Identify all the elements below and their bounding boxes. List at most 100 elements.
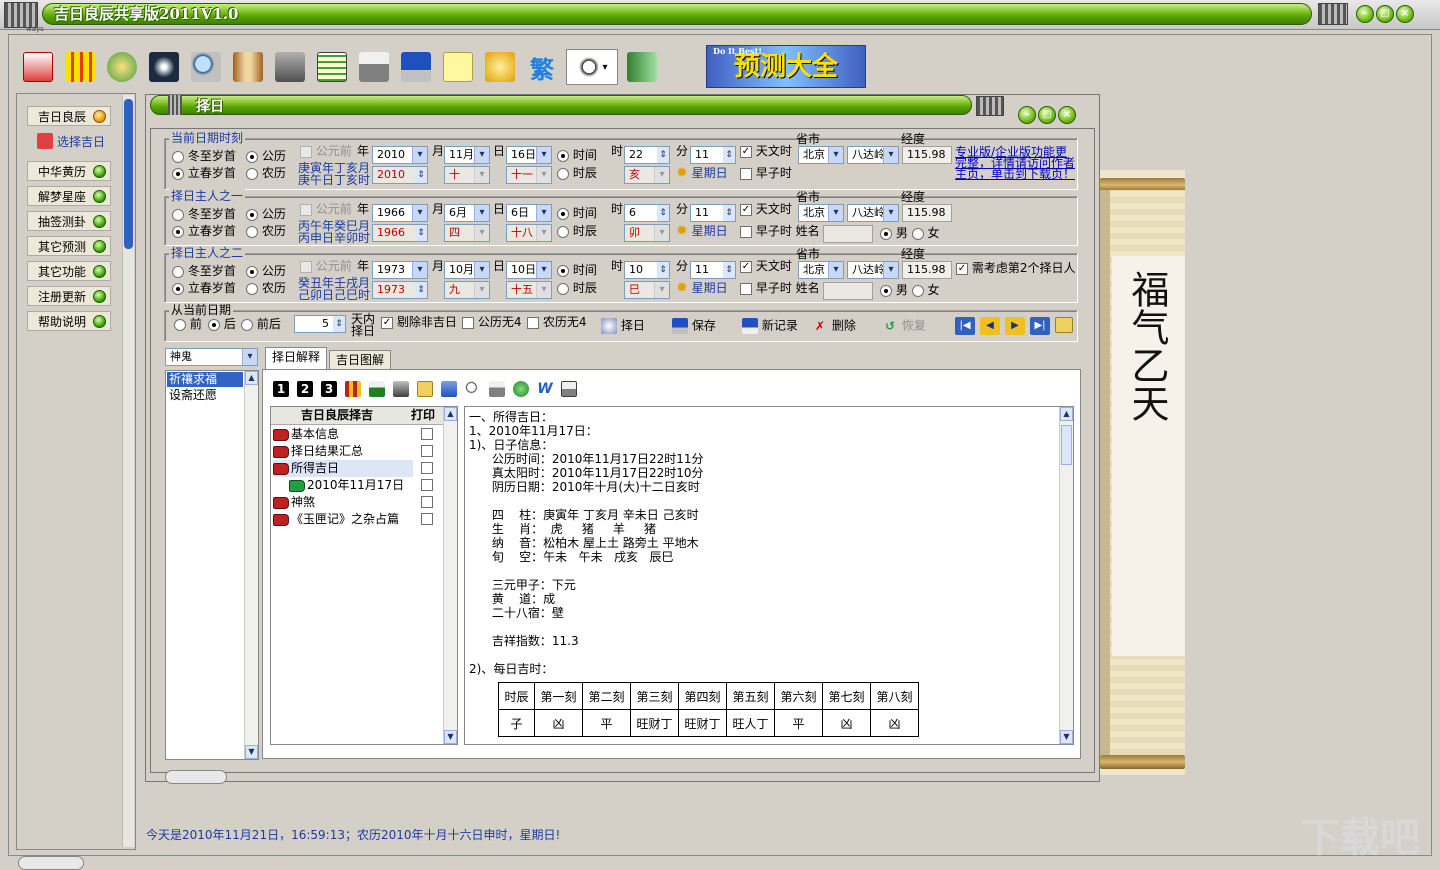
first-record-icon[interactable]: |◀ [955, 317, 975, 335]
province-select[interactable]: 北京 [798, 146, 844, 164]
sidebar-item-divination[interactable]: 抽签测卦 [27, 211, 111, 231]
select-date-icon[interactable] [20, 49, 56, 85]
category-scrollbar[interactable]: ▲ ▼ [244, 371, 258, 759]
nongli-option[interactable]: 农历 [246, 224, 286, 238]
lunar-day-select[interactable]: 十八 [506, 224, 552, 242]
print-check[interactable] [421, 428, 433, 440]
longitude-field[interactable]: 115.98 [902, 261, 952, 279]
day-select[interactable]: 10日 [506, 261, 552, 279]
sidebar-item-jirilianchen[interactable]: 吉日良辰 [27, 106, 111, 126]
gender-options[interactable]: 男 女 [880, 226, 940, 240]
gongli-option[interactable]: 公历 [246, 264, 286, 278]
zaozishi-check[interactable]: 早子时 姓名 [740, 224, 820, 238]
sidebar-item-other-func[interactable]: 其它功能 [27, 261, 111, 281]
exit-icon[interactable] [624, 49, 660, 85]
time-option[interactable]: 时间 [557, 148, 597, 162]
gongyuanqian-check[interactable]: 公元前 [300, 259, 352, 273]
restore-button[interactable]: ↺ 恢复 [882, 318, 926, 334]
maximize-icon[interactable]: □ [1376, 5, 1394, 23]
lunar-day-select[interactable]: 十一 [506, 166, 552, 184]
minute-spin[interactable]: 11 [690, 204, 736, 222]
tianwenshi-check[interactable]: ✓ 天文时 [740, 144, 792, 158]
search-icon[interactable] [188, 49, 224, 85]
fortune-icon[interactable] [146, 49, 182, 85]
promo-link-line3[interactable]: 主页，单击到下载页！ [955, 168, 1075, 180]
shichen-select[interactable]: 亥 [624, 166, 670, 184]
remove-bad-check[interactable]: ✓ 剔除非吉日 [381, 315, 457, 329]
sidebar-item-calendar[interactable]: 中华黄历 [27, 161, 111, 181]
printer-icon[interactable] [356, 49, 392, 85]
book-icon[interactable] [230, 49, 266, 85]
month-select[interactable]: 6月 [444, 204, 490, 222]
view-1-icon[interactable]: 1 [273, 381, 289, 397]
zaozishi-check[interactable]: 早子时 [740, 166, 792, 180]
time-option[interactable]: 时间 [557, 206, 597, 220]
gongli-option[interactable]: 公历 [246, 207, 286, 221]
province-select[interactable]: 北京 [798, 204, 844, 222]
longitude-field[interactable]: 115.98 [902, 204, 952, 222]
disk-icon[interactable] [441, 381, 457, 397]
hour-spin[interactable]: 6 [624, 204, 670, 222]
city-select[interactable]: 八达岭 [847, 204, 899, 222]
print-check[interactable] [421, 496, 433, 508]
lichun-option[interactable]: 立春岁首 [172, 166, 236, 180]
scrollbar-thumb[interactable] [124, 99, 133, 249]
both-option[interactable]: 前后 [241, 317, 281, 331]
next-record-icon[interactable]: ▶ [1005, 317, 1025, 335]
longitude-field[interactable]: 115.98 [902, 146, 952, 164]
province-select[interactable]: 北京 [798, 261, 844, 279]
delete-button[interactable]: ✗ 删除 [812, 318, 856, 334]
after-option[interactable]: 后 [208, 317, 236, 331]
tree-row-selected[interactable]: 所得吉日 [273, 460, 413, 477]
category-item-selected[interactable]: 祈禳求福 [167, 372, 243, 387]
month-select[interactable]: 10月 [444, 261, 490, 279]
gongli-option[interactable]: 公历 [246, 149, 286, 163]
name-field[interactable] [823, 282, 873, 300]
print-check[interactable] [421, 445, 433, 457]
close-icon[interactable]: × [1396, 5, 1414, 23]
view-3-icon[interactable]: 3 [321, 381, 337, 397]
time-option[interactable]: 时间 [557, 263, 597, 277]
day-select[interactable]: 6日 [506, 204, 552, 222]
minimize-icon[interactable]: – [1018, 106, 1036, 124]
find-icon[interactable] [465, 381, 481, 397]
gongyuanqian-check[interactable]: 公元前 [300, 144, 352, 158]
calendar-icon[interactable] [62, 49, 98, 85]
year-select[interactable]: 1966 [372, 204, 428, 222]
tree-row[interactable]: 《玉匣记》之杂占篇 [273, 511, 399, 528]
folder-icon[interactable] [417, 381, 433, 397]
prev-record-icon[interactable]: ◀ [980, 317, 1000, 335]
tree-row[interactable]: 神煞 [273, 494, 315, 511]
gongyuanqian-check[interactable]: 公元前 [300, 202, 352, 216]
lunar-year-spin[interactable]: 1973 [372, 281, 428, 299]
year-select[interactable]: 1973 [372, 261, 428, 279]
gongliwu4-check[interactable]: 公历无4 [462, 315, 521, 329]
category-select[interactable]: 神鬼 [165, 348, 258, 366]
monitor-icon[interactable] [561, 381, 577, 397]
hour-spin[interactable]: 22 [624, 146, 670, 164]
zaozishi-check[interactable]: 早子时 姓名 [740, 281, 820, 295]
city-select[interactable]: 八达岭 [847, 146, 899, 164]
printer-icon[interactable] [489, 381, 505, 397]
minute-spin[interactable]: 11 [690, 261, 736, 279]
print-preview-icon[interactable] [369, 381, 385, 397]
month-select[interactable]: 11月 [444, 146, 490, 164]
tools-icon[interactable] [272, 49, 308, 85]
days-spin[interactable]: 5 [294, 315, 346, 333]
shichen-select[interactable]: 巳 [624, 281, 670, 299]
year-select[interactable]: 2010 [372, 146, 428, 164]
minute-spin[interactable]: 11 [690, 146, 736, 164]
nongli-option[interactable]: 农历 [246, 166, 286, 180]
tianwenshi-check[interactable]: ✓ 天文时 [740, 202, 792, 216]
dongzhi-option[interactable]: 冬至岁首 [172, 264, 236, 278]
key-icon[interactable] [482, 49, 518, 85]
lunar-month-select[interactable]: 九 [444, 281, 490, 299]
day-select[interactable]: 16日 [506, 146, 552, 164]
lunar-day-select[interactable]: 十五 [506, 281, 552, 299]
print-check[interactable] [421, 462, 433, 474]
notes-icon[interactable] [440, 49, 476, 85]
sidebar-item-other-predict[interactable]: 其它预测 [27, 236, 111, 256]
zeri-button[interactable]: 择日 [601, 318, 645, 334]
main-title-bar[interactable]: 吉日良辰共享版2011V1.0 – □ × ways [0, 0, 1440, 33]
open-folder-icon[interactable] [1055, 317, 1073, 333]
